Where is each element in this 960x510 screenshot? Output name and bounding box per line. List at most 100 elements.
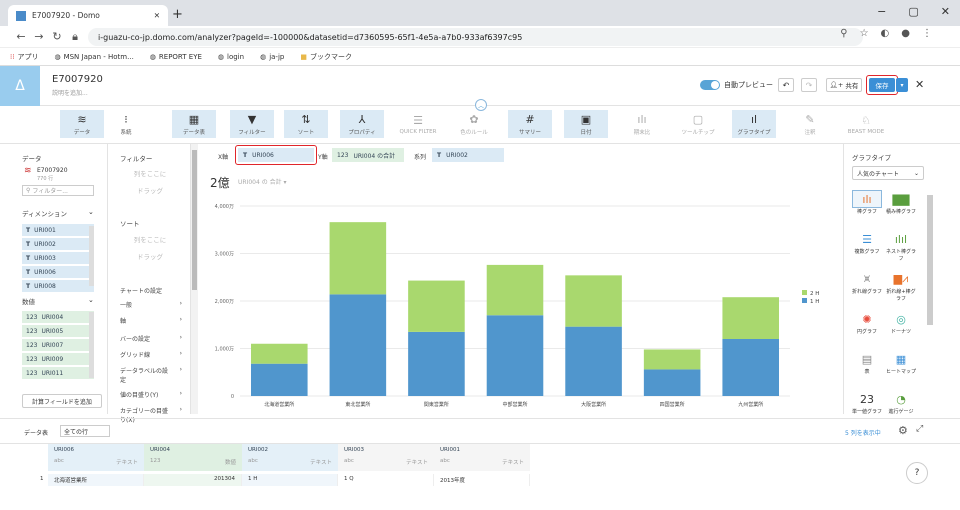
toolbar-4-button[interactable]: ▼ フィルター — [230, 110, 274, 138]
gear-icon[interactable]: ⚙ — [898, 424, 908, 437]
measure-field[interactable]: 123 URI004 — [22, 311, 94, 323]
card-description[interactable]: 説明を追加... — [52, 88, 88, 97]
bookmark-ja-jp[interactable]: ◍ ja-jp — [260, 53, 284, 61]
toolbar-3-button[interactable]: ▦ データ表 — [172, 110, 216, 138]
measure-field[interactable]: 123 URI011 — [22, 367, 94, 379]
toolbar-12-button[interactable]: ▢ ツールチップ — [676, 110, 720, 138]
bookmark-msn[interactable]: ◍ MSN Japan - Hotm... — [54, 53, 133, 61]
chart-setting-item[interactable]: バーの設定 › — [120, 334, 182, 343]
column-header[interactable]: URI001 abc テキスト — [434, 444, 530, 471]
measures-scrollbar[interactable] — [89, 312, 94, 378]
bar-2H-0[interactable] — [251, 343, 308, 364]
chart-type-option[interactable]: ▤ 表 — [852, 350, 882, 376]
bar-2H-2[interactable] — [408, 280, 465, 332]
dimension-field[interactable]: T URI001 — [22, 224, 94, 236]
reload-icon[interactable]: ↻ — [48, 30, 66, 43]
bar-2H-5[interactable] — [643, 349, 701, 370]
legend-label[interactable]: 2 H — [810, 291, 819, 297]
legend-label[interactable]: 1 H — [810, 299, 819, 305]
chart-type-select[interactable]: 人気のチャート ⌄ — [852, 166, 924, 180]
toolbar-11-button[interactable]: ılı 期末比 — [620, 110, 664, 138]
toolbar-7-button[interactable]: ☰ QUICK FILTER — [396, 110, 440, 138]
dimensions-scrollbar[interactable] — [89, 226, 94, 286]
toolbar-8-button[interactable]: ✿ 色のルール — [452, 110, 496, 138]
column-header[interactable]: URI002 abc テキスト — [242, 444, 338, 471]
dimension-field[interactable]: T URI002 — [22, 238, 94, 250]
bookmark-folder[interactable]: ■ ブックマーク — [300, 52, 352, 62]
chart-type-option[interactable]: ▇▇ 積み棒グラフ — [886, 190, 916, 216]
bar-2H-1[interactable] — [329, 222, 387, 295]
chart-type-option[interactable]: ✺ 円グラフ — [852, 310, 882, 336]
bar-2H-6[interactable] — [722, 297, 779, 339]
toolbar-9-button[interactable]: # サマリー — [508, 110, 552, 138]
toolbar-15-button[interactable]: ♘ BEAST MODE — [844, 110, 888, 138]
columns-shown-link[interactable]: 5 列を表示中 — [845, 428, 881, 437]
chart-setting-item[interactable]: データラベルの設定 › — [120, 366, 182, 384]
chart-type-option[interactable]: ◎ ドーナツ — [886, 310, 916, 336]
bar-1H-0[interactable] — [251, 363, 308, 396]
series-field-pill[interactable]: T URI002 — [432, 148, 504, 162]
bookmark-login[interactable]: ◍ login — [218, 53, 244, 61]
chevron-down-icon[interactable]: ⌄ — [88, 208, 94, 216]
column-header[interactable]: URI006 abc テキスト — [48, 444, 144, 471]
bar-1H-1[interactable] — [329, 294, 387, 396]
expand-icon[interactable]: ⤢ — [916, 424, 923, 434]
chevron-down-icon[interactable]: ⌄ — [88, 296, 94, 304]
new-tab-button[interactable]: + — [172, 7, 183, 22]
close-window-icon[interactable]: ✕ — [941, 5, 950, 18]
chart-type-scrollbar[interactable] — [927, 195, 933, 325]
dimension-field[interactable]: T URI003 — [22, 252, 94, 264]
toolbar-10-button[interactable]: ▣ 日付 — [564, 110, 608, 138]
chart-type-option[interactable]: ⩙ 折れ線グラフ — [852, 270, 882, 295]
chart-type-option[interactable]: ▦ ヒートマップ — [886, 350, 916, 376]
add-calculated-field-button[interactable]: 計算フィールドを追加 — [22, 394, 102, 408]
bookmark-apps[interactable]: ⁞⁞ アプリ — [10, 52, 38, 62]
bar-1H-2[interactable] — [408, 331, 465, 396]
measure-field[interactable]: 123 URI005 — [22, 325, 94, 337]
panel-scrollbar-thumb[interactable] — [192, 150, 197, 290]
chart-type-option[interactable]: ılı 棒グラフ — [852, 190, 882, 215]
toolbar-1-button[interactable]: ≋ データ — [60, 110, 104, 138]
domo-logo-icon[interactable]: Δ — [0, 66, 40, 106]
dimension-field[interactable]: T URI008 — [22, 280, 94, 292]
undo-button[interactable]: ↶ — [778, 78, 794, 92]
chart-type-option[interactable]: 23 単一値グラフ — [852, 390, 882, 416]
rows-select[interactable]: 全ての行 — [60, 425, 110, 437]
help-button[interactable]: ? — [906, 462, 928, 484]
bar-1H-3[interactable] — [486, 315, 544, 396]
bar-1H-6[interactable] — [722, 339, 779, 396]
bar-2H-4[interactable] — [565, 275, 622, 327]
chart-type-option[interactable]: ◔ 進行ゲージ — [886, 390, 916, 416]
sort-drop-zone[interactable]: 列をここに ドラッグ — [120, 232, 180, 266]
bookmark-report-eye[interactable]: ◍ REPORT EYE — [150, 53, 202, 61]
bar-1H-4[interactable] — [565, 326, 622, 396]
toolbar-5-button[interactable]: ⇅ ソート — [284, 110, 328, 138]
bar-1H-5[interactable] — [643, 369, 701, 396]
menu-icon[interactable]: ⋮ — [922, 28, 932, 39]
toolbar-14-button[interactable]: ✎ 注釈 — [788, 110, 832, 138]
share-button[interactable]: 👤︎+ 共有 — [826, 78, 862, 92]
chart-setting-item[interactable]: 軸 › — [120, 316, 182, 325]
chart-setting-item[interactable]: グリッド線 › — [120, 350, 182, 359]
back-icon[interactable]: ← — [12, 30, 30, 43]
summary-subtitle[interactable]: URI004 の 合計 ▾ — [238, 177, 287, 186]
field-filter-input[interactable]: ⚲ フィルター... — [22, 185, 94, 196]
browser-tab[interactable]: E7007920 - Domo ✕ — [8, 5, 168, 26]
toolbar-6-button[interactable]: ⅄ プロパティ — [340, 110, 384, 138]
star-icon[interactable]: ☆ — [860, 28, 869, 39]
autopreview-toggle[interactable] — [700, 80, 720, 90]
chart-type-option[interactable]: ☰ 複数グラフ — [852, 230, 882, 256]
url-input[interactable]: i-guazu-co-jp.domo.com/analyzer?pageId=-… — [88, 28, 863, 46]
zoom-icon[interactable]: ⚲ — [840, 28, 847, 39]
profile-icon[interactable]: ● — [901, 28, 910, 39]
measure-field[interactable]: 123 URI007 — [22, 339, 94, 351]
chart-setting-item[interactable]: 値の目盛り(Y) › — [120, 390, 182, 399]
card-title[interactable]: E7007920 — [52, 74, 103, 85]
save-dropdown-icon[interactable]: ▾ — [896, 78, 908, 92]
extension-icon[interactable]: ◐ — [881, 28, 890, 39]
chart-setting-item[interactable]: 一般 › — [120, 300, 182, 309]
toolbar-13-button[interactable]: ıl グラフタイプ — [732, 110, 776, 138]
close-tab-icon[interactable]: ✕ — [154, 11, 160, 20]
measure-field[interactable]: 123 URI009 — [22, 353, 94, 365]
forward-icon[interactable]: → — [30, 30, 48, 43]
